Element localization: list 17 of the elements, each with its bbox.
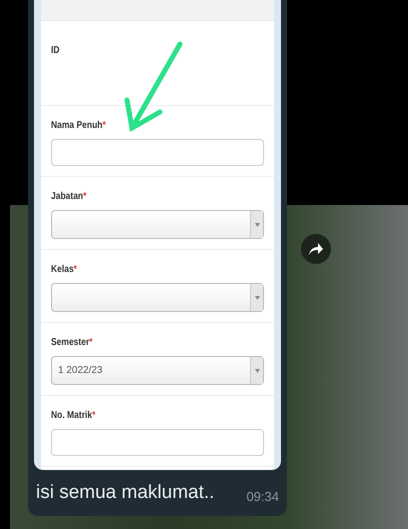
message-text: isi semua maklumat.. <box>36 482 214 504</box>
input-field[interactable] <box>51 139 264 166</box>
dropdown-field[interactable] <box>51 210 264 239</box>
caret-icon <box>254 296 260 300</box>
caret-icon <box>254 222 260 226</box>
share-arrow-icon <box>308 242 324 256</box>
field-label: Semester* <box>51 337 94 348</box>
field-label: Jabatan* <box>51 191 88 202</box>
dropdown-field[interactable]: 1 2022/23 <box>51 356 264 385</box>
caret-icon <box>254 368 260 372</box>
field-label: Kelas* <box>51 264 78 275</box>
input-field[interactable] <box>51 429 264 456</box>
field-label: No. Matrik* <box>51 410 96 421</box>
field-label: Nama Penuh* <box>51 120 107 131</box>
message-time: 09:34 <box>246 489 279 504</box>
field-label: ID <box>51 45 60 56</box>
dropdown-field[interactable] <box>51 283 264 312</box>
